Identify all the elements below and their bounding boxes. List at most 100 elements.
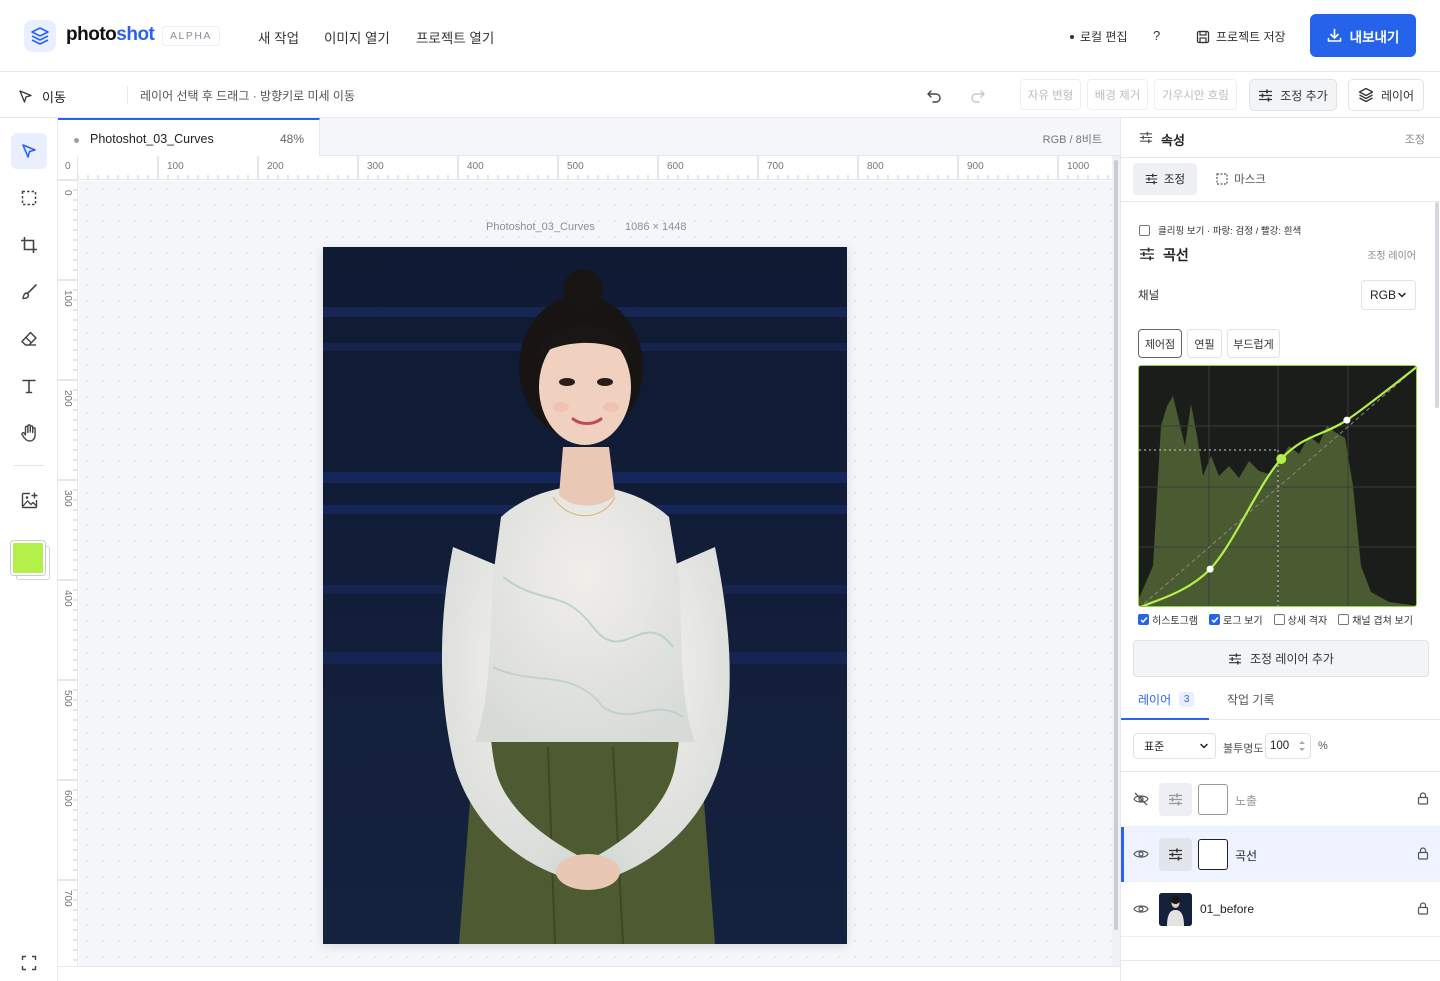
clipping-label: 클리핑 보기 · 파랑: 검정 / 빨강: 흰색: [1158, 226, 1302, 237]
eye-off-icon[interactable]: [1133, 792, 1149, 806]
curves-graph[interactable]: [1138, 365, 1417, 607]
histogram-checkbox[interactable]: [1138, 614, 1149, 625]
blend-mode-value: 표준: [1144, 741, 1165, 753]
sliders-icon: [1258, 89, 1273, 102]
canvas-doc-size: 1086 × 1448: [625, 221, 687, 233]
move-tool-button[interactable]: [11, 133, 47, 169]
eye-icon[interactable]: [1133, 847, 1149, 861]
eye-icon[interactable]: [1133, 902, 1149, 916]
mode-control-points[interactable]: 제어점: [1138, 329, 1182, 358]
mode-smooth[interactable]: 부드럽게: [1227, 329, 1280, 358]
option-detail-grid[interactable]: 상세 격자: [1273, 612, 1327, 627]
clipping-toggle[interactable]: 클리핑 보기 · 파랑: 검정 / 빨강: 흰색: [1139, 223, 1301, 237]
document-image[interactable]: [323, 247, 847, 944]
canvas-scrollbar[interactable]: [1112, 156, 1120, 966]
nav-new-work[interactable]: 새 작업: [258, 27, 299, 47]
channel-select[interactable]: RGB: [1361, 280, 1416, 310]
undo-button[interactable]: [926, 87, 942, 103]
option-channel-overlay[interactable]: 채널 겹쳐 보기: [1338, 612, 1413, 627]
document-tab[interactable]: Photoshot_03_Curves 48%: [58, 118, 320, 156]
graph-options: 히스토그램 로그 보기 상세 격자 채널 겹쳐 보기: [1138, 612, 1413, 627]
lock-icon[interactable]: [1417, 902, 1429, 915]
crop-icon: [20, 236, 38, 254]
free-transform-button[interactable]: 자유 변형: [1020, 79, 1081, 110]
add-adjustment-layer-button[interactable]: 조정 레이어 추가: [1133, 640, 1429, 677]
lock-icon[interactable]: [1417, 792, 1429, 805]
layer-name[interactable]: 01_before: [1200, 902, 1254, 916]
layer-row-before[interactable]: 01_before: [1121, 882, 1440, 937]
brush-tool-button[interactable]: [11, 274, 47, 310]
save-project-button[interactable]: 프로젝트 저장: [1196, 28, 1286, 45]
help-button[interactable]: ?: [1153, 28, 1160, 43]
canvas-doc-name: Photoshot_03_Curves: [486, 221, 595, 233]
layer-row-exposure[interactable]: 노출: [1121, 772, 1440, 827]
layer-name[interactable]: 노출: [1235, 792, 1257, 809]
type-icon: [20, 377, 38, 395]
layer-mask-thumbnail[interactable]: [1198, 784, 1228, 815]
detail-grid-checkbox[interactable]: [1273, 614, 1285, 625]
fullscreen-button[interactable]: [11, 950, 47, 976]
remove-background-button[interactable]: 배경 제거: [1087, 79, 1148, 110]
layer-image-thumbnail[interactable]: [1159, 893, 1192, 926]
canvas-scroll-thumb[interactable]: [1114, 160, 1118, 930]
hand-icon: [19, 423, 39, 443]
brand-name: photoshot: [66, 24, 155, 45]
ruler-h-label: 300: [367, 161, 384, 172]
gaussian-blur-button[interactable]: 가우시안 흐림: [1154, 79, 1237, 110]
layer-row-curves[interactable]: 곡선: [1121, 827, 1440, 882]
properties-scrollbar[interactable]: [1435, 202, 1439, 408]
log-view-checkbox[interactable]: [1209, 614, 1220, 625]
properties-tabs: 조정 마스크: [1121, 158, 1440, 202]
mode-pencil[interactable]: 연필: [1187, 329, 1222, 358]
nav-open-project[interactable]: 프로젝트 열기: [416, 27, 494, 47]
move-icon: [18, 89, 33, 104]
curve-control-point[interactable]: [1276, 454, 1287, 465]
stepper-icon[interactable]: [1298, 739, 1306, 753]
add-adjustment-button[interactable]: 조정 추가: [1249, 79, 1337, 111]
ruler-v-label: 200: [62, 390, 73, 407]
layers-button[interactable]: 레이어: [1348, 79, 1424, 111]
curve-control-point[interactable]: [1343, 416, 1351, 424]
channel-overlay-checkbox[interactable]: [1338, 614, 1350, 625]
eraser-tool-button[interactable]: [11, 321, 47, 357]
mask-icon: [1216, 173, 1228, 185]
lock-icon[interactable]: [1417, 847, 1429, 860]
canvas-area[interactable]: Photoshot_03_Curves 1086 × 1448: [79, 181, 1112, 966]
horizontal-ruler-ticks: [78, 156, 1109, 179]
status-dot: [1070, 34, 1074, 39]
redo-button[interactable]: [970, 87, 986, 103]
ruler-h-label: 100: [167, 161, 184, 172]
export-button[interactable]: 내보내기: [1310, 14, 1416, 57]
tab-history[interactable]: 작업 기록: [1227, 691, 1275, 708]
local-edit-label: 로컬 편집: [1080, 30, 1128, 44]
ruler-h-label: 900: [967, 161, 984, 172]
marquee-tool-button[interactable]: [11, 180, 47, 216]
add-image-icon: [20, 491, 39, 510]
tab-adjustment[interactable]: 조정: [1133, 163, 1197, 195]
opacity-input[interactable]: 100: [1265, 733, 1311, 759]
hand-tool-button[interactable]: [11, 415, 47, 451]
tab-layers[interactable]: 레이어 3: [1138, 691, 1195, 708]
option-log-view[interactable]: 로그 보기: [1209, 612, 1263, 627]
curve-control-point[interactable]: [1206, 565, 1214, 573]
eraser-icon: [20, 330, 38, 348]
ruler-h-label: 700: [767, 161, 784, 172]
marquee-icon: [20, 189, 38, 207]
nav-open-image[interactable]: 이미지 열기: [324, 27, 390, 47]
ruler-h-label: 200: [267, 161, 284, 172]
foreground-color-swatch[interactable]: [10, 540, 46, 576]
properties-title: 속성: [1161, 133, 1185, 148]
blend-mode-select[interactable]: 표준: [1133, 733, 1216, 759]
layers-icon: [1358, 87, 1374, 103]
type-tool-button[interactable]: [11, 368, 47, 404]
layer-name[interactable]: 곡선: [1235, 847, 1257, 864]
tab-mask[interactable]: 마스크: [1205, 163, 1277, 195]
logo-icon[interactable]: [24, 20, 56, 52]
option-histogram[interactable]: 히스토그램: [1138, 612, 1198, 627]
crop-tool-button[interactable]: [11, 227, 47, 263]
blend-controls: 표준 불투명도 100 %: [1121, 720, 1440, 772]
layer-mask-thumbnail[interactable]: [1198, 839, 1228, 870]
clipping-checkbox[interactable]: [1139, 224, 1150, 236]
add-image-tool-button[interactable]: [11, 482, 47, 518]
document-zoom: 48%: [280, 132, 305, 146]
